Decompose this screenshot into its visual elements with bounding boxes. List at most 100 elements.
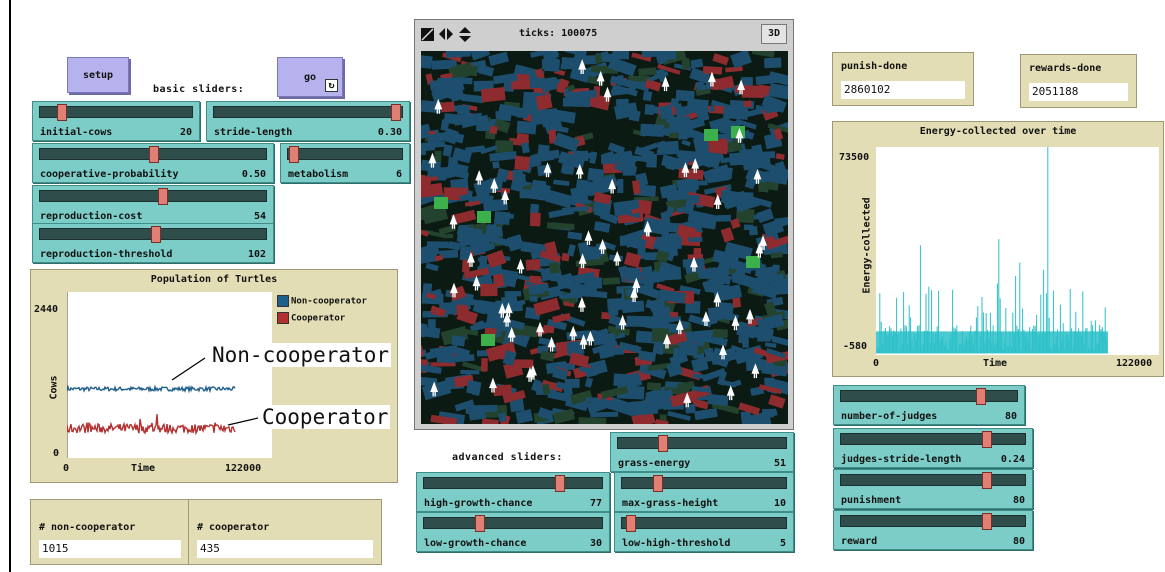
grass-patch: [448, 241, 461, 251]
slider-label: reward: [841, 536, 878, 547]
slider-knob[interactable]: [474, 515, 485, 532]
slider-punishment[interactable]: punishment 80: [833, 469, 1033, 509]
grass-patch: [682, 329, 711, 344]
agent: [713, 194, 722, 210]
agent: [613, 250, 622, 266]
grass-patch: [421, 54, 433, 69]
slider-track: [621, 477, 787, 489]
slider-high-growth-chance[interactable]: high-growth-chance 77: [416, 472, 610, 512]
slider-track: [840, 433, 1026, 445]
grass-patch: [480, 283, 498, 297]
grass-patch: [593, 221, 611, 233]
arrow-noncoop: [171, 357, 206, 381]
slider-label: number-of-judges: [841, 411, 938, 422]
slider-knob[interactable]: [652, 475, 663, 492]
grass-patch: [601, 155, 618, 165]
monitor-value: 1015: [39, 540, 181, 558]
slider-number-of-judges[interactable]: number-of-judges 80: [833, 385, 1025, 425]
green-patch: [481, 334, 495, 346]
slider-knob[interactable]: [976, 388, 986, 405]
x-axis-label: Time: [983, 358, 1008, 369]
green-patch: [434, 197, 448, 209]
grass-patch: [627, 237, 636, 248]
move-vertical-icon: [459, 27, 471, 42]
grass-patch: [532, 179, 547, 189]
slider-reward[interactable]: reward 80: [833, 510, 1033, 550]
grass-patch: [460, 369, 480, 375]
slider-value: 80: [1012, 536, 1025, 547]
grass-patch: [646, 382, 662, 391]
3d-button[interactable]: 3D: [761, 24, 787, 44]
grass-patch: [437, 77, 461, 90]
slider-knob[interactable]: [625, 515, 636, 532]
grass-patch: [495, 140, 514, 153]
grass-patch: [712, 328, 728, 339]
slider-knob[interactable]: [982, 513, 993, 530]
slider-knob[interactable]: [982, 472, 993, 489]
grass-patch: [738, 335, 748, 344]
slider-value: 5: [779, 538, 786, 549]
slider-knob[interactable]: [657, 435, 668, 452]
grass-patch: [480, 86, 506, 103]
slider-low-high-threshold[interactable]: low-high-threshold 5: [614, 512, 794, 552]
grass-patch: [425, 262, 439, 272]
grass-patch: [529, 275, 542, 284]
grass-patch: [756, 208, 775, 224]
slider-judges-stride-length[interactable]: judges-stride-length 0.24: [833, 428, 1033, 468]
grass-patch: [447, 233, 454, 239]
grass-patch: [529, 212, 541, 227]
grass-patch: [723, 106, 749, 120]
slider-knob[interactable]: [555, 475, 566, 492]
slider-label: high-growth-chance: [424, 498, 533, 509]
grass-patch: [548, 261, 560, 274]
grass-patch: [553, 179, 570, 186]
grass-patch: [469, 239, 490, 252]
slider-low-growth-chance[interactable]: low-growth-chance 30: [416, 512, 610, 552]
grass-patch: [646, 153, 657, 168]
monitor-label: # cooperator: [197, 522, 270, 533]
grass-patch: [445, 51, 471, 58]
x-tick-min: 0: [873, 358, 880, 369]
monitor-value: 2051188: [1029, 83, 1128, 101]
grass-patch: [640, 123, 665, 137]
slider-value: 80: [1012, 495, 1025, 506]
world-view: ticks: 100075 3D: [414, 19, 794, 430]
y-tick-max: 73500: [839, 152, 870, 163]
slider-knob[interactable]: [982, 431, 993, 448]
grass-patch: [622, 151, 632, 159]
grass-patch: [516, 120, 537, 135]
grass-patch: [763, 99, 782, 114]
view-control-icons[interactable]: [421, 27, 475, 43]
grass-patch: [622, 162, 636, 176]
slider-max-grass-height[interactable]: max-grass-height 10: [614, 472, 794, 512]
grass-patch: [732, 297, 742, 308]
world-canvas[interactable]: [421, 51, 788, 424]
grass-patch: [477, 64, 495, 77]
grass-patch: [741, 192, 754, 206]
grass-patch: [688, 237, 703, 242]
slider-grass-energy[interactable]: grass-energy 51: [610, 432, 794, 472]
green-patch: [477, 211, 491, 223]
grass-patch: [617, 178, 624, 193]
monitor-non-cooperator: # non-cooperator 1015: [30, 499, 190, 565]
grass-patch: [434, 150, 442, 162]
grass-patch: [535, 93, 553, 111]
grass-patch: [481, 358, 488, 372]
grass-patch: [751, 51, 775, 58]
annotation-cooperator: Cooperator: [260, 405, 391, 429]
grass-patch: [560, 63, 568, 70]
grass-patch: [479, 255, 488, 270]
grass-patch: [540, 350, 555, 362]
grass-patch: [707, 306, 723, 322]
slider-value: 77: [589, 498, 602, 509]
y-axis-label: Energy-collected: [861, 197, 873, 294]
grass-patch: [694, 407, 718, 421]
grass-patch: [514, 155, 530, 171]
agent: [516, 258, 525, 274]
slider-value: 30: [589, 538, 602, 549]
grass-patch: [481, 418, 499, 424]
grass-patch: [768, 394, 786, 409]
move-horizontal-icon: [439, 28, 453, 40]
grass-patch: [656, 148, 679, 155]
slider-value: 51: [773, 458, 786, 469]
